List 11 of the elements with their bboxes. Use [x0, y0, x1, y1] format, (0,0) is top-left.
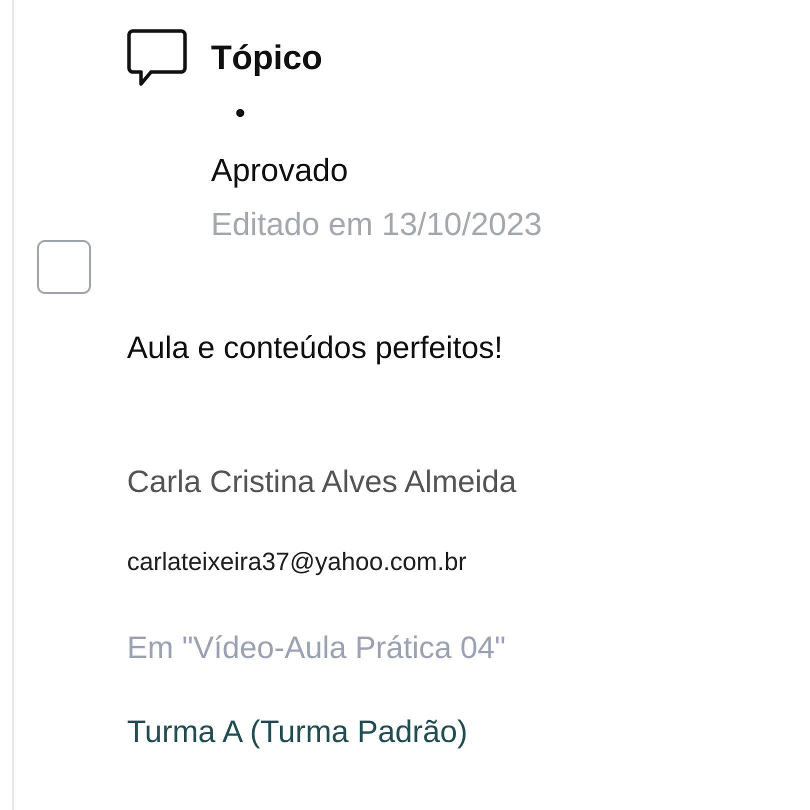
- checkbox[interactable]: [37, 240, 91, 294]
- comment-text: Aula e conteúdos perfeitos!: [127, 329, 503, 367]
- separator-dot: •: [234, 96, 246, 132]
- author-email: carlateixeira37@yahoo.com.br: [127, 547, 466, 578]
- status-text: Aprovado: [211, 151, 349, 190]
- lesson-context: Em "Vídeo-Aula Prática 04": [127, 629, 506, 667]
- class-link[interactable]: Turma A (Turma Padrão): [127, 708, 468, 756]
- speech-bubble-icon: [127, 28, 187, 88]
- edited-date: Editado em 13/10/2023: [211, 205, 542, 244]
- author-name: Carla Cristina Alves Almeida: [127, 463, 516, 501]
- topic-title: Tópico: [211, 38, 322, 78]
